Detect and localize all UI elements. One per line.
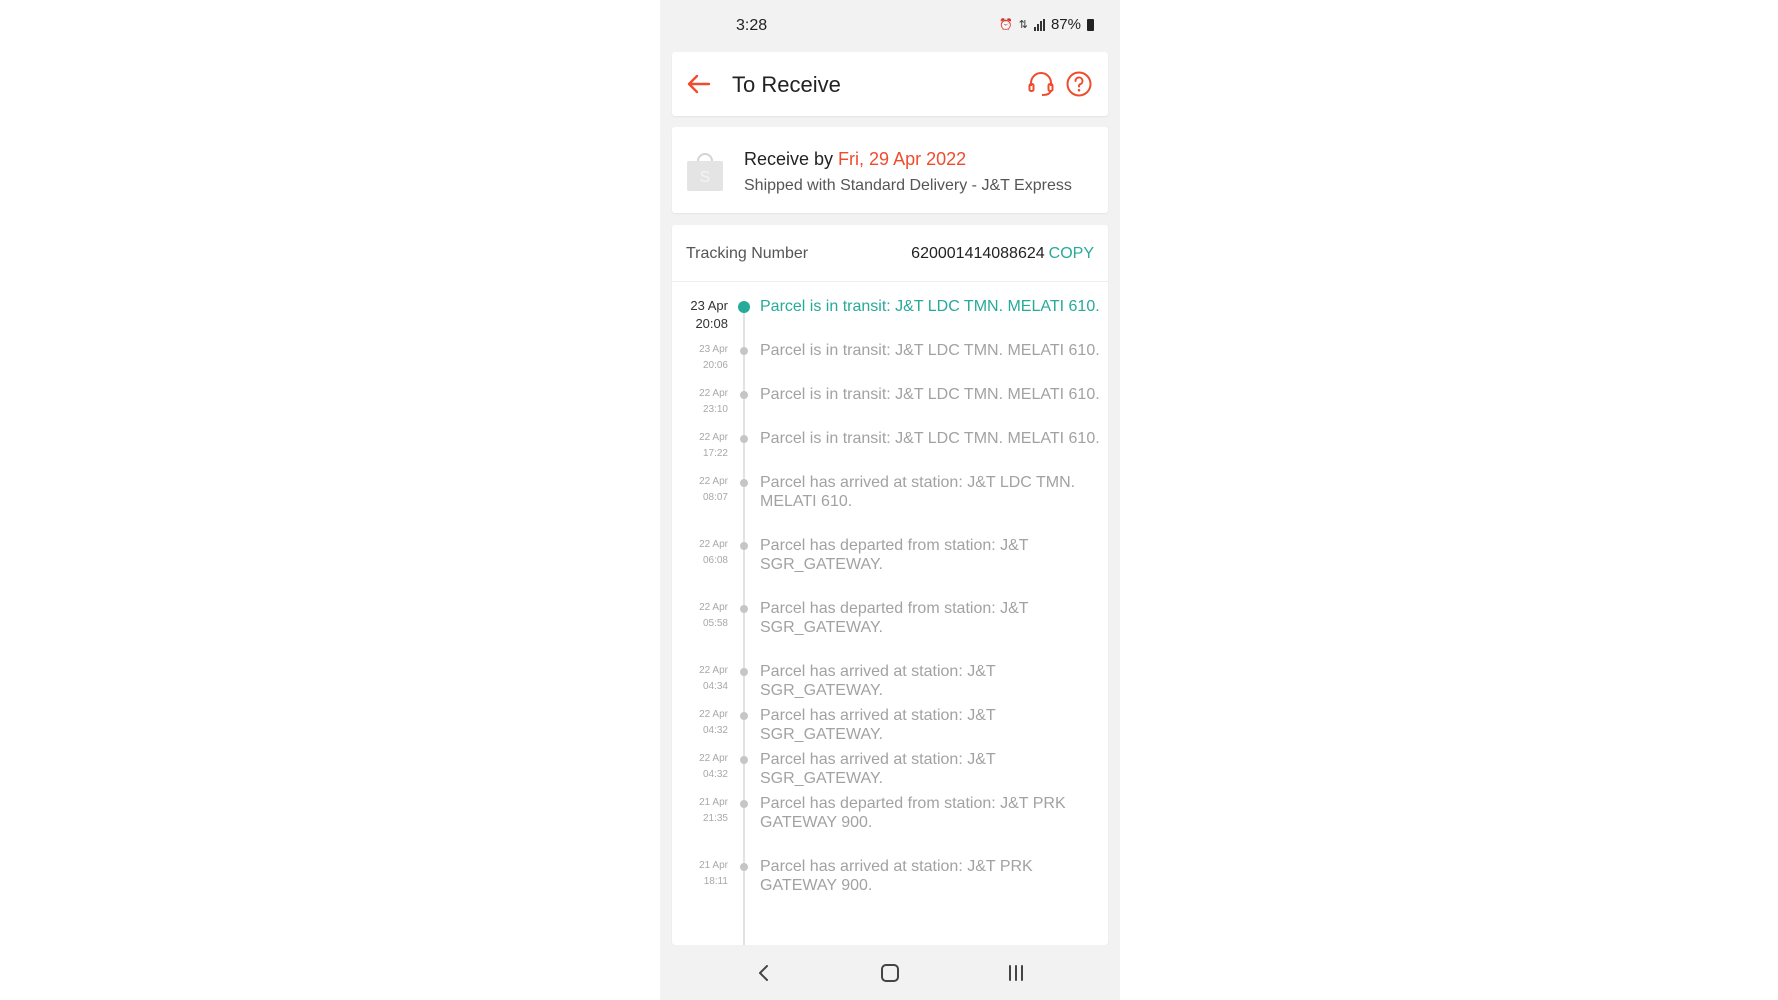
receive-by-label: Receive by (744, 149, 839, 169)
event-datetime: 22 Apr 05:58 (672, 600, 728, 632)
alarm-icon: ⏰ (999, 19, 1013, 31)
event-time: 05:58 (702, 618, 728, 629)
tracking-number: 620001414088624 COPY (911, 245, 1094, 263)
event-description: Parcel has arrived at station: J&T SGR_G… (760, 707, 996, 743)
delivery-info-card: S Receive by Fri, 29 Apr 2022 Shipped wi… (672, 127, 1108, 213)
timeline-dot (740, 756, 748, 764)
status-icons: ⏰ ⇅ 87% (999, 16, 1094, 33)
app-header: To Receive (672, 52, 1108, 116)
event-description: Parcel has departed from station: J&T PR… (760, 795, 1066, 831)
copy-button[interactable]: COPY (1049, 245, 1094, 262)
receive-by-date: Fri, 29 Apr 2022 (838, 149, 967, 169)
event-time: 06:08 (702, 555, 728, 566)
event-time: 21:35 (702, 813, 728, 824)
event-datetime: 23 Apr 20:06 (672, 342, 728, 374)
event-datetime: 22 Apr 08:07 (672, 474, 728, 506)
event-date: 22 Apr (699, 432, 728, 443)
event-datetime: 22 Apr 04:32 (672, 751, 728, 783)
battery-percent: 87% (1050, 16, 1081, 33)
timeline-dot (740, 542, 748, 550)
nav-home-icon[interactable] (876, 959, 904, 987)
timeline-dot (740, 800, 748, 808)
event-date: 22 Apr (699, 476, 728, 487)
arrow-left-icon[interactable] (684, 69, 714, 99)
timeline-dot (740, 668, 748, 676)
event-description: Parcel is in transit: J&T LDC TMN. MELAT… (760, 342, 1100, 359)
event-time: 20:08 (695, 316, 728, 331)
event-description: Parcel has departed from station: J&T SG… (760, 600, 1029, 636)
event-description: Parcel is in transit: J&T LDC TMN. MELAT… (760, 298, 1100, 315)
timeline-dot (740, 605, 748, 613)
event-time: 08:07 (702, 492, 728, 503)
event-description: Parcel has arrived at station: J&T SGR_G… (760, 663, 996, 699)
event-description: Parcel has departed from station: J&T SG… (760, 537, 1029, 573)
event-description: Parcel is in transit: J&T LDC TMN. MELAT… (760, 386, 1100, 403)
event-time: 18:11 (703, 876, 728, 887)
event-date: 22 Apr (699, 709, 728, 720)
event-datetime: 21 Apr 18:11 (672, 858, 728, 890)
event-description: Parcel has arrived at station: J&T PRK G… (760, 858, 1033, 894)
timeline-dot (740, 479, 748, 487)
event-date: 22 Apr (699, 388, 728, 399)
event-time: 20:06 (702, 360, 728, 371)
help-circle-icon[interactable] (1064, 69, 1094, 99)
event-time: 04:32 (702, 769, 728, 780)
event-datetime: 22 Apr 06:08 (672, 537, 728, 569)
event-datetime: 21 Apr 21:35 (672, 795, 728, 827)
timeline-dot (740, 435, 748, 443)
event-datetime: 23 Apr 20:08 (672, 297, 728, 333)
timeline-dot (740, 391, 748, 399)
page-title: To Receive (732, 72, 841, 97)
phone-screen: 3:28 ⏰ ⇅ 87% To Receive S Receive by Fri… (660, 0, 1120, 1000)
event-datetime: 22 Apr 04:32 (672, 707, 728, 739)
event-time: 23:10 (702, 404, 728, 415)
event-datetime: 22 Apr 04:34 (672, 663, 728, 695)
event-description: Parcel is in transit: J&T LDC TMN. MELAT… (760, 430, 1100, 447)
event-date: 21 Apr (699, 860, 728, 871)
tracking-number-label: Tracking Number (686, 245, 809, 262)
receive-by-text: Receive by Fri, 29 Apr 2022 (744, 149, 966, 170)
event-description: Parcel has arrived at station: J&T SGR_G… (760, 751, 996, 787)
event-description: Parcel has arrived at station: J&T LDC T… (760, 474, 1076, 510)
android-nav-bar (660, 945, 1120, 1000)
timeline-dot (740, 863, 748, 871)
headset-icon[interactable] (1026, 69, 1056, 99)
battery-icon (1087, 18, 1094, 31)
event-time: 17:22 (702, 448, 728, 459)
event-time: 04:32 (702, 725, 728, 736)
tracking-number-row: Tracking Number 620001414088624 COPY (672, 225, 1108, 282)
nav-back-icon[interactable] (750, 959, 778, 987)
event-date: 22 Apr (699, 753, 728, 764)
event-date: 21 Apr (699, 797, 728, 808)
timeline-dot (738, 301, 750, 313)
signal-icon (1033, 18, 1045, 31)
tracking-card: Tracking Number 620001414088624 COPY 23 A… (672, 225, 1108, 945)
event-datetime: 22 Apr 17:22 (672, 430, 728, 462)
timeline-dot (740, 347, 748, 355)
event-date: 22 Apr (699, 665, 728, 676)
shipping-method: Shipped with Standard Delivery - J&T Exp… (744, 177, 1072, 194)
nav-recents-icon[interactable] (1002, 959, 1030, 987)
event-date: 23 Apr (690, 298, 728, 313)
volte-icon: ⇅ (1018, 19, 1028, 31)
tracking-timeline: 23 Apr 20:08 Parcel is in transit: J&T LDC… (672, 281, 1108, 945)
event-time: 04:34 (702, 681, 728, 692)
event-date: 23 Apr (699, 344, 728, 355)
shopping-bag-icon: S (687, 153, 723, 191)
status-time: 3:28 (736, 17, 768, 34)
timeline-dot (740, 712, 748, 720)
event-date: 22 Apr (699, 602, 728, 613)
event-datetime: 22 Apr 23:10 (672, 386, 728, 418)
tracking-number-value: 620001414088624 (911, 245, 1045, 262)
svg-text:S: S (700, 169, 711, 186)
event-date: 22 Apr (699, 539, 728, 550)
status-bar: 3:28 ⏰ ⇅ 87% (660, 0, 1120, 46)
